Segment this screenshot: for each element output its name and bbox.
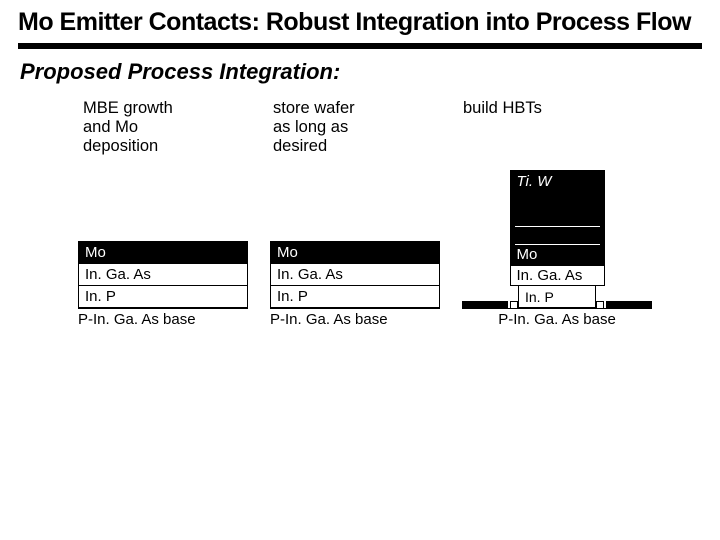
layer-mo: Mo bbox=[510, 244, 605, 266]
layer-ingaas: In. Ga. As bbox=[510, 266, 605, 286]
layer-spacer bbox=[510, 226, 605, 244]
layer-tiw: Ti. W bbox=[510, 170, 605, 226]
hbt-pad-left bbox=[462, 286, 510, 308]
layer-tiw-label: Ti. W bbox=[517, 173, 552, 190]
layer-mo: Mo bbox=[270, 241, 440, 264]
diagrams-row: Mo In. Ga. As In. P P-In. Ga. As base Mo… bbox=[78, 170, 702, 328]
hbt-emitter-stack: Ti. W Mo In. Ga. As bbox=[510, 170, 605, 286]
stage-labels-row: MBE growthand Modeposition store waferas… bbox=[83, 99, 702, 156]
layer-mo: Mo bbox=[78, 241, 248, 264]
hbt-pad-bar bbox=[462, 301, 508, 308]
layer-ingaas: In. Ga. As bbox=[270, 264, 440, 286]
hbt-notch-left bbox=[510, 301, 518, 308]
stack-stage-1: Mo In. Ga. As In. P P-In. Ga. As base bbox=[78, 241, 248, 328]
hbt-inp-row: In. P bbox=[462, 286, 652, 308]
hbt-pad-bar bbox=[606, 301, 652, 308]
hbt-notch-right bbox=[596, 301, 604, 308]
slide-title: Mo Emitter Contacts: Robust Integration … bbox=[18, 8, 702, 37]
layer-base: P-In. Ga. As base bbox=[462, 308, 652, 328]
layer-ingaas: In. Ga. As bbox=[78, 264, 248, 286]
stage-label-1: MBE growthand Modeposition bbox=[83, 99, 233, 156]
layer-inp: In. P bbox=[270, 286, 440, 308]
hbt-pad-right bbox=[604, 286, 652, 308]
stage-label-2: store waferas long asdesired bbox=[273, 99, 423, 156]
layer-inp: In. P bbox=[78, 286, 248, 308]
layer-inp: In. P bbox=[518, 286, 596, 308]
stack-stage-2: Mo In. Ga. As In. P P-In. Ga. As base bbox=[270, 241, 440, 328]
title-rule bbox=[18, 43, 702, 49]
stack-stage-3-hbt: Ti. W Mo In. Ga. As In. P P-In. Ga. As b… bbox=[462, 170, 652, 328]
layer-base: P-In. Ga. As base bbox=[78, 308, 248, 328]
slide: Mo Emitter Contacts: Robust Integration … bbox=[0, 0, 720, 336]
stage-label-3: build HBTs bbox=[463, 99, 623, 156]
slide-subtitle: Proposed Process Integration: bbox=[20, 59, 702, 85]
layer-base: P-In. Ga. As base bbox=[270, 308, 440, 328]
